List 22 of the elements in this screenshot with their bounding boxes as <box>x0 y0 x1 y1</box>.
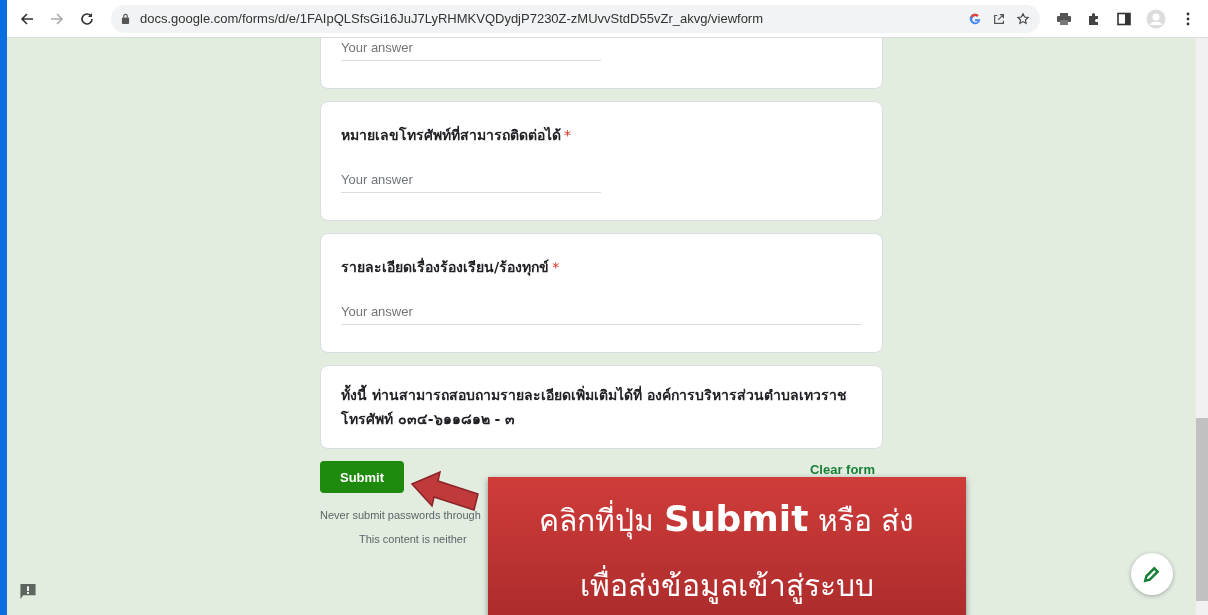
submit-button[interactable]: Submit <box>320 461 404 493</box>
footer-text: Never submit passwords through <box>320 509 482 521</box>
lock-icon[interactable] <box>121 13 130 24</box>
answer-field[interactable]: Your answer <box>341 299 862 325</box>
footer-text: This content is neither <box>359 533 468 545</box>
google-icon[interactable] <box>968 11 982 26</box>
note-text: ทั้งนี้ ท่านสามารถสอบถามรายละเอียดเพิ่มเติมได้ที่ องค์การบริหารส่วนตำบลเทวราช โทรศัพท์ ๐๓๔-๖๑๑๘๑๒ - ๓ <box>341 383 862 431</box>
callout-text: เพื่อส่งข้อมูลเข้าสู่ระบบ <box>580 562 874 609</box>
question-title: รายละเอียดเรื่องร้องเรียน/ร้องทุกข์ <box>341 257 550 277</box>
feedback-icon[interactable] <box>19 583 37 600</box>
pencil-icon <box>1143 565 1161 583</box>
answer-field[interactable]: Your answer <box>341 38 601 61</box>
clear-form-button[interactable]: Clear form <box>809 463 875 477</box>
callout-text: คลิกที่ปุ่ม Submit หรือ ส่ง <box>539 497 915 542</box>
edit-button[interactable] <box>1131 553 1173 595</box>
required-mark: * <box>552 258 560 277</box>
star-icon[interactable] <box>1016 11 1030 26</box>
answer-field[interactable]: Your answer <box>341 167 601 193</box>
share-icon[interactable] <box>992 11 1006 26</box>
question-title: หมายเลขโทรศัพท์ที่สามารถติดต่อได้ <box>341 125 561 145</box>
address-bar[interactable]: docs.google.com/forms/d/e/1FAIpQLSfsGi16JuJ7LyRHMKVQDydjP7230Z-zMUvvStdD55vZr_akvg/viewform <box>111 4 1040 33</box>
required-mark: * <box>564 126 571 145</box>
